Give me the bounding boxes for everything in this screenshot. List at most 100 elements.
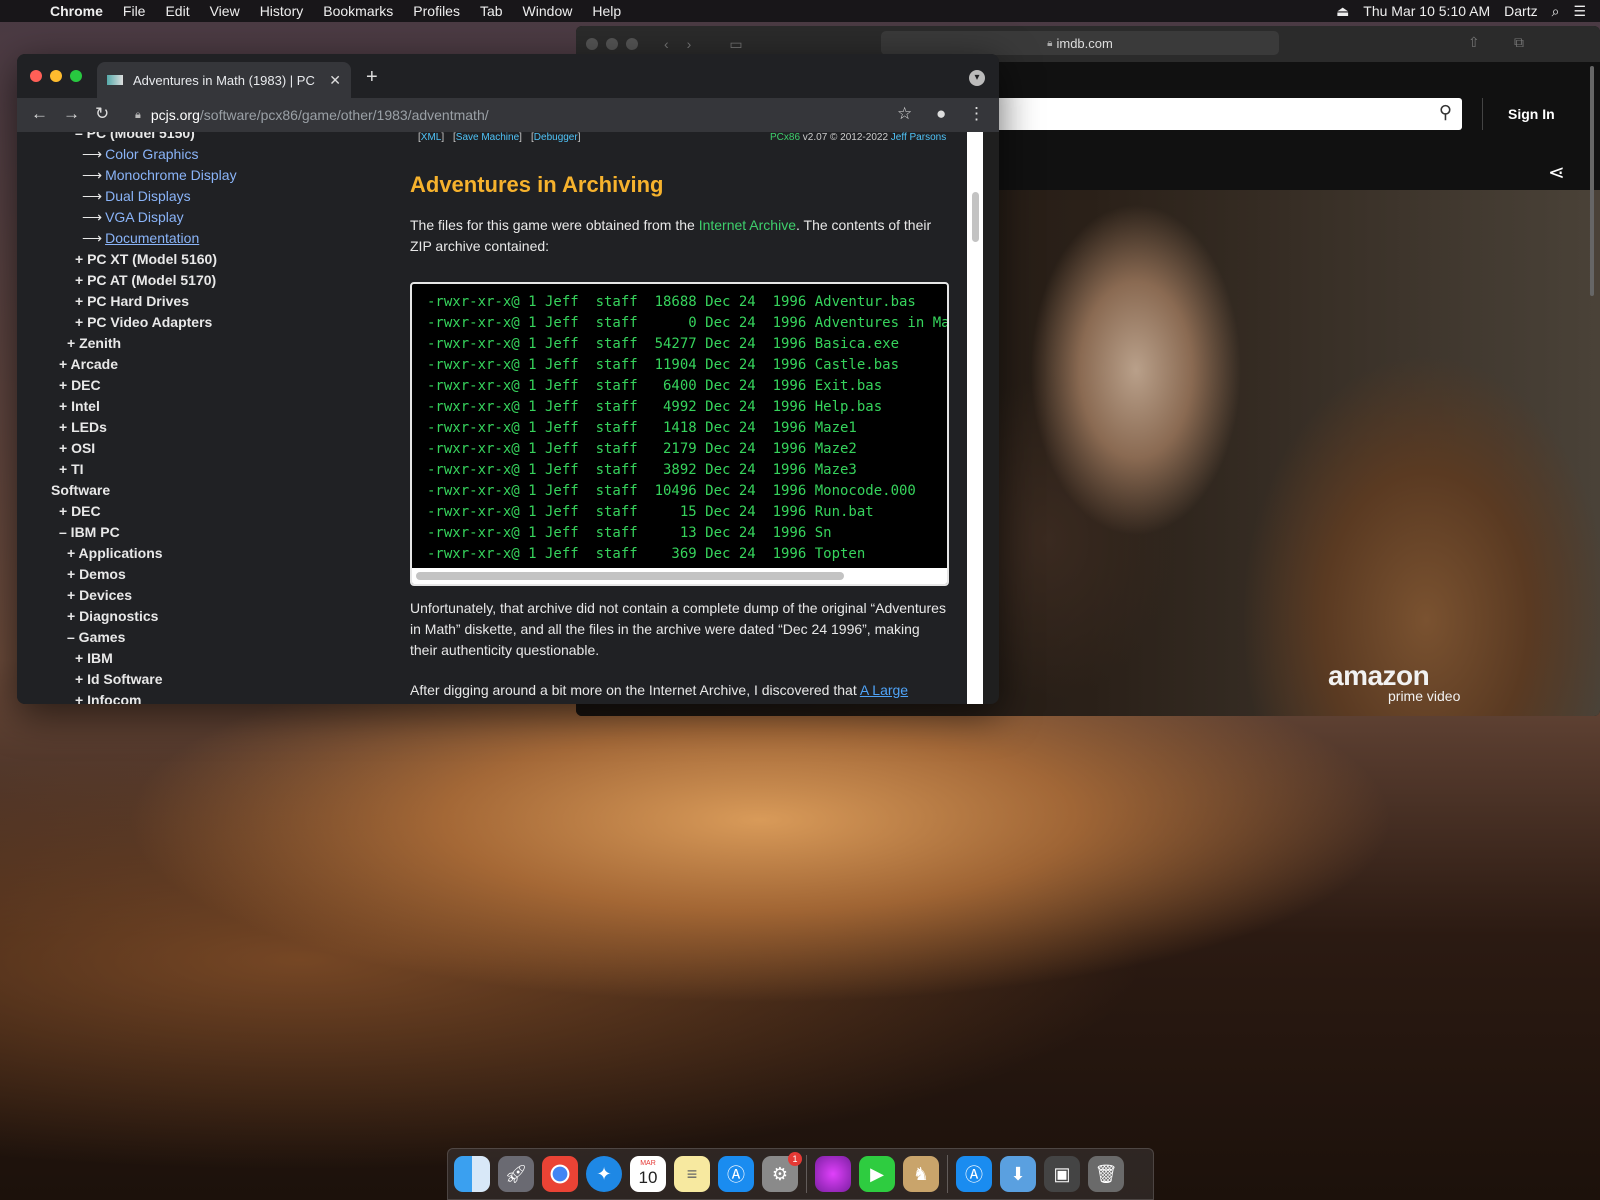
menu-bookmarks[interactable]: Bookmarks [313, 3, 403, 19]
sidebar-item[interactable]: + TI [59, 461, 84, 477]
safari-zoom-icon[interactable] [626, 38, 638, 50]
spotlight-icon[interactable]: ⌕ [1552, 3, 1560, 20]
facetime-icon[interactable]: ▶ [859, 1156, 895, 1192]
share-icon[interactable]: ⋖ [1548, 160, 1565, 185]
sign-in-link[interactable]: Sign In [1508, 106, 1555, 122]
safari-tabs-icon[interactable]: ⧉ [1514, 34, 1524, 51]
sidebar-item-dual-displays[interactable]: ⟶ Dual Displays [82, 188, 191, 205]
menu-clock[interactable]: Thu Mar 10 5:10 AM [1363, 3, 1490, 19]
menu-window[interactable]: Window [513, 3, 583, 19]
chrome-icon[interactable] [542, 1156, 578, 1192]
calendar-icon[interactable]: MAR 10 [630, 1156, 666, 1192]
screenshot-folder-icon[interactable]: ▣ [1044, 1156, 1080, 1192]
safari-close-icon[interactable] [586, 38, 598, 50]
menu-history[interactable]: History [250, 3, 314, 19]
sidebar-item[interactable]: + PC AT (Model 5170) [75, 272, 216, 288]
new-tab-icon[interactable]: + [366, 66, 378, 89]
sidebar-item[interactable]: – Games [67, 629, 125, 645]
sidebar-item-software[interactable]: Software [51, 482, 110, 498]
code-horizontal-scrollbar[interactable] [412, 568, 947, 584]
xml-link[interactable]: XML [421, 132, 442, 143]
sidebar-item[interactable]: + Zenith [67, 335, 121, 351]
tab-close-icon[interactable]: ✕ [329, 72, 341, 89]
sidebar-item[interactable]: – IBM PC [59, 524, 120, 540]
dock-divider [947, 1155, 948, 1193]
zoom-window-icon[interactable] [70, 70, 82, 82]
chrome-menu-icon[interactable]: ⋮ [968, 104, 985, 124]
menu-app-name[interactable]: Chrome [40, 3, 113, 19]
sidebar-item[interactable]: + Applications [67, 545, 163, 561]
imdb-search-input[interactable]: ⚲ [996, 98, 1462, 130]
menu-user[interactable]: Dartz [1504, 3, 1537, 19]
safari-sidebar-icon[interactable]: ▭ [729, 36, 742, 53]
back-icon[interactable]: ← [31, 104, 48, 124]
sidebar-item[interactable]: + Diagnostics [67, 608, 158, 624]
sidebar-item[interactable]: + Demos [67, 566, 126, 582]
finder-icon[interactable] [454, 1156, 490, 1192]
sidebar-item[interactable]: + IBM [75, 650, 113, 666]
sidebar-item[interactable]: + Infocom [75, 692, 142, 704]
sidebar-item-monochrome-display[interactable]: ⟶ Monochrome Display [82, 167, 237, 184]
system-preferences-icon[interactable]: ⚙ 1 [762, 1152, 802, 1192]
close-window-icon[interactable] [30, 70, 42, 82]
menu-profiles[interactable]: Profiles [403, 3, 470, 19]
menu-tab[interactable]: Tab [470, 3, 513, 19]
debugger-link[interactable]: Debugger [534, 132, 578, 143]
safari-forward-icon[interactable]: › [687, 36, 692, 52]
chess-icon[interactable]: ♞ [903, 1156, 939, 1192]
notes-icon[interactable]: ≡ [674, 1156, 710, 1192]
sidebar-item[interactable]: + PC Hard Drives [75, 293, 189, 309]
author-link[interactable]: Jeff Parsons [891, 132, 946, 143]
pcx86-link[interactable]: PCx86 [770, 132, 800, 143]
trash-icon[interactable]: 🗑︎ [1088, 1156, 1124, 1192]
sidebar-item[interactable]: + Arcade [59, 356, 118, 372]
internet-archive-link[interactable]: Internet Archive [699, 217, 796, 233]
forward-icon[interactable]: → [63, 104, 80, 124]
listing-line: -rwxr-xr-x@ 1 Jeff staff 15 Dec 24 1996 … [427, 504, 874, 520]
safari-scrollbar[interactable] [1590, 66, 1594, 296]
sidebar-item[interactable]: + Id Software [75, 671, 163, 687]
sidebar-item-documentation[interactable]: ⟶ Documentation [82, 230, 199, 247]
sidebar-item[interactable]: + DEC [59, 503, 101, 519]
sidebar-item[interactable]: + PC Video Adapters [75, 314, 212, 330]
app-icon[interactable] [815, 1156, 851, 1192]
notification-center-icon[interactable]: ☰ [1573, 3, 1586, 20]
launchpad-icon[interactable]: 🚀︎ [498, 1156, 534, 1192]
sidebar-item[interactable]: + PC XT (Model 5160) [75, 251, 217, 267]
search-icon[interactable]: ⚲ [1439, 102, 1452, 123]
safari-minimize-icon[interactable] [606, 38, 618, 50]
sidebar-item[interactable]: + LEDs [59, 419, 107, 435]
a-large-link[interactable]: A Large [860, 682, 908, 698]
scrollbar-thumb[interactable] [972, 192, 979, 242]
sidebar-item-color-graphics[interactable]: ⟶ Color Graphics [82, 146, 198, 163]
minimize-window-icon[interactable] [50, 70, 62, 82]
sidebar-item-vga-display[interactable]: ⟶ VGA Display [82, 209, 184, 226]
eject-icon[interactable]: ⏏ [1336, 3, 1349, 20]
safari-address-bar[interactable]: 🔒︎ imdb.com [881, 31, 1279, 55]
menu-help[interactable]: Help [582, 3, 631, 19]
menu-view[interactable]: View [200, 3, 250, 19]
safari-share-icon[interactable]: ⇧ [1468, 34, 1480, 51]
menu-file[interactable]: File [113, 3, 156, 19]
safari-icon[interactable]: ✦ [586, 1156, 622, 1192]
reload-icon[interactable]: ↻ [95, 104, 109, 124]
bookmark-star-icon[interactable]: ☆ [897, 104, 912, 124]
sidebar-item[interactable]: + Devices [67, 587, 132, 603]
sidebar-item[interactable]: + OSI [59, 440, 95, 456]
tab-search-icon[interactable]: ▾ [969, 70, 985, 86]
profile-icon[interactable]: ● [936, 104, 946, 124]
safari-back-icon[interactable]: ‹ [664, 36, 669, 52]
scrollbar-thumb[interactable] [416, 572, 844, 580]
tab-active[interactable]: Adventures in Math (1983) | PC ✕ [97, 62, 351, 98]
app-store-folder-icon[interactable]: Ⓐ [956, 1156, 992, 1192]
sidebar-item[interactable]: – PC (Model 5150) [75, 132, 195, 141]
page-vertical-scrollbar[interactable] [967, 132, 983, 704]
downloads-folder-icon[interactable]: ⬇ [1000, 1156, 1036, 1192]
lock-icon[interactable]: 🔒︎ [135, 109, 141, 122]
app-store-icon[interactable]: Ⓐ [718, 1156, 754, 1192]
save-machine-link[interactable]: Save Machine [456, 132, 519, 143]
address-bar[interactable]: 🔒︎ pcjs.org /software/pcx86/game/other/1… [127, 102, 945, 128]
sidebar-item[interactable]: + DEC [59, 377, 101, 393]
sidebar-item[interactable]: + Intel [59, 398, 100, 414]
menu-edit[interactable]: Edit [155, 3, 199, 19]
